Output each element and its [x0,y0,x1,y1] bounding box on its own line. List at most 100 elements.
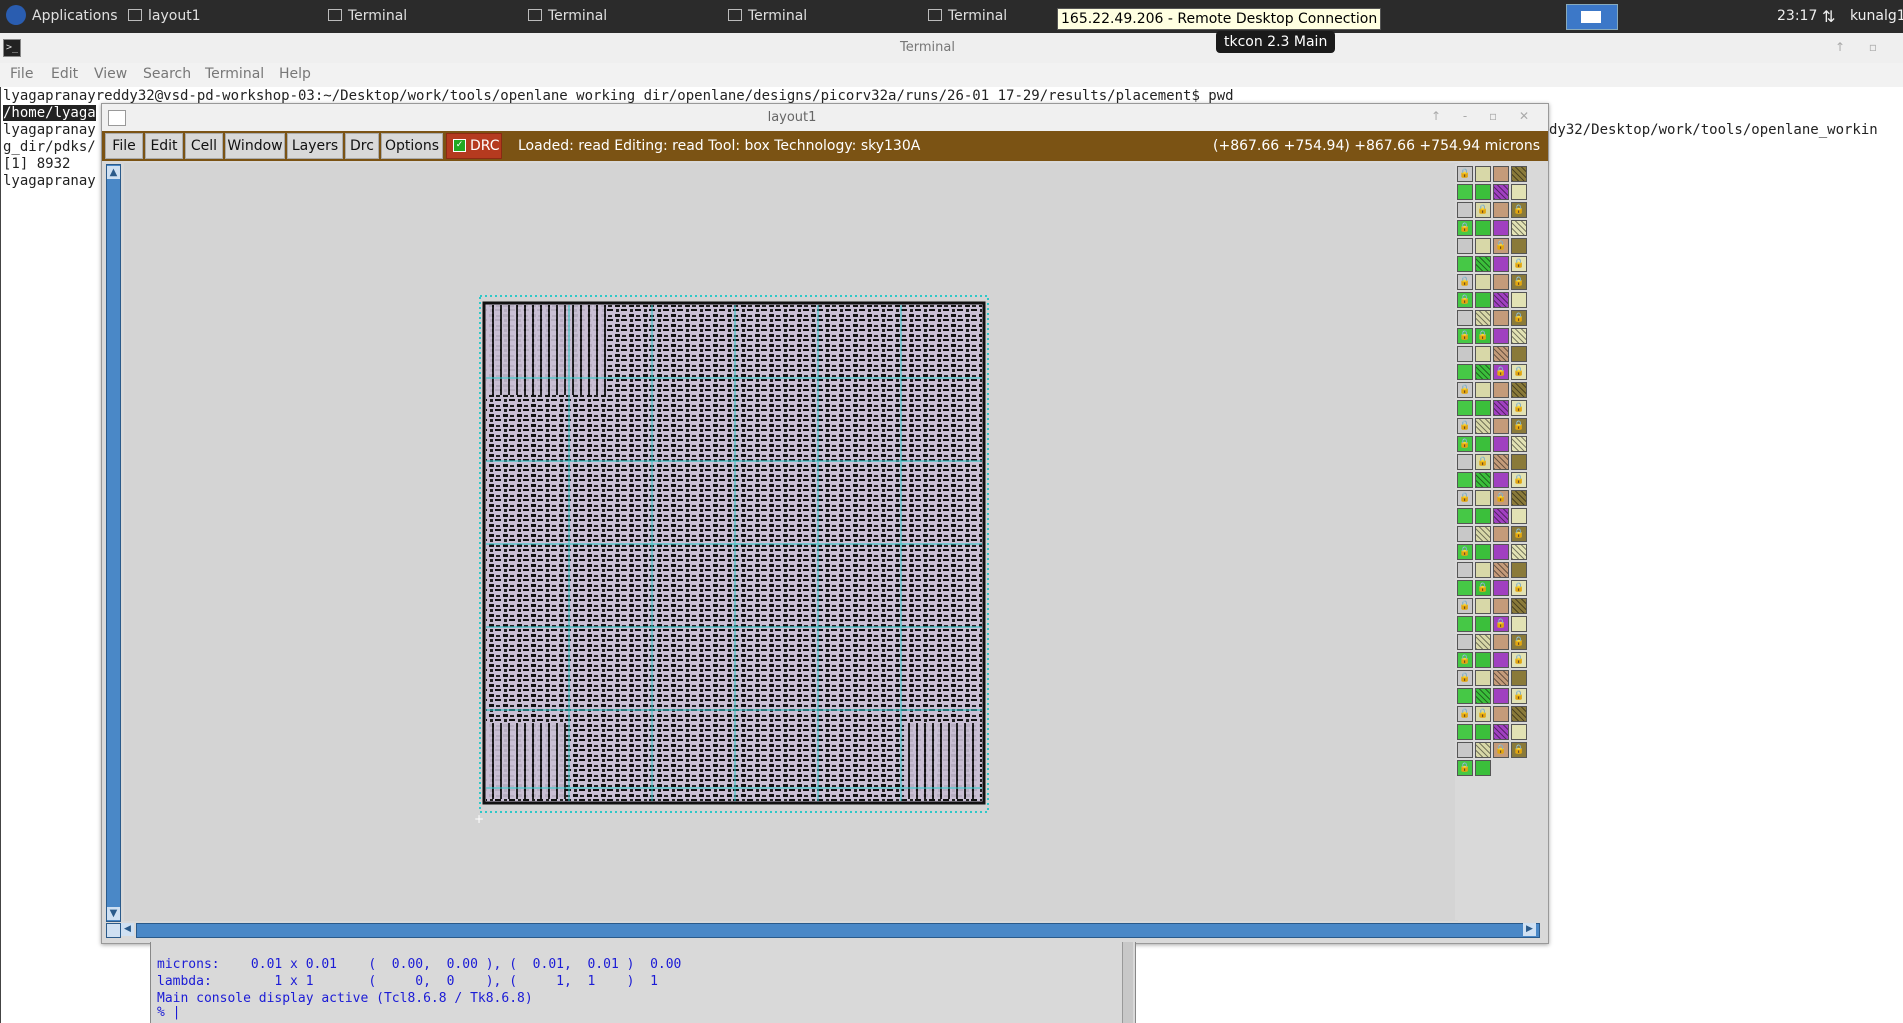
layer-swatch[interactable]: 🔒 [1457,274,1473,290]
layer-swatch[interactable] [1475,436,1491,452]
magic-menu-layers[interactable]: Layers [287,133,343,159]
layer-swatch[interactable] [1511,382,1527,398]
layer-swatch[interactable] [1511,184,1527,200]
scroll-right-arrow-icon[interactable]: ▶ [1523,923,1536,936]
network-icon[interactable]: ⇅ [1822,0,1835,33]
layer-swatch[interactable] [1457,346,1473,362]
layer-swatch[interactable] [1493,670,1509,686]
terminal-titlebar[interactable]: >_ Terminal ↑ ▫ [0,33,1903,64]
horizontal-scrollbar[interactable] [136,923,1540,938]
layer-swatch[interactable] [1475,184,1491,200]
magic-menu-file[interactable]: File [105,133,143,159]
layer-swatch[interactable] [1457,634,1473,650]
layer-swatch[interactable]: 🔒 [1511,274,1527,290]
layer-swatch[interactable]: 🔒 [1457,382,1473,398]
layer-swatch[interactable] [1475,418,1491,434]
layer-swatch[interactable] [1511,454,1527,470]
layer-swatch[interactable] [1493,598,1509,614]
layer-swatch[interactable] [1493,328,1509,344]
layer-swatch[interactable] [1493,544,1509,560]
layer-swatch[interactable] [1475,364,1491,380]
layer-swatch[interactable] [1493,166,1509,182]
magic-layout-window[interactable]: layout1 ↑ ‐ ▫ ✕ File Edit Cell Window La… [101,103,1549,944]
layer-swatch[interactable] [1475,508,1491,524]
layer-swatch[interactable] [1493,184,1509,200]
layer-swatch[interactable]: 🔒 [1457,292,1473,308]
menu-edit[interactable]: Edit [51,66,78,82]
layer-swatch[interactable] [1475,616,1491,632]
layer-swatch[interactable]: 🔒 [1457,490,1473,506]
layer-swatch[interactable] [1511,544,1527,560]
layer-swatch[interactable] [1511,166,1527,182]
layer-swatch[interactable]: 🔒 [1511,256,1527,272]
layer-swatch[interactable] [1475,274,1491,290]
magic-menu-edit[interactable]: Edit [145,133,183,159]
clock[interactable]: 23:17 [1777,0,1817,33]
layer-swatch[interactable]: 🔒 [1457,598,1473,614]
layer-swatch[interactable] [1511,724,1527,740]
layer-swatch[interactable] [1493,436,1509,452]
scroll-up-arrow-icon[interactable]: ▲ [107,166,120,179]
layer-swatch[interactable] [1457,742,1473,758]
tkcon-prompt[interactable]: % | [157,1005,180,1020]
layer-swatch[interactable] [1457,508,1473,524]
layer-swatch[interactable] [1475,310,1491,326]
layer-swatch[interactable] [1457,364,1473,380]
layer-swatch[interactable]: 🔒 [1457,760,1473,776]
layer-swatch[interactable] [1457,562,1473,578]
layer-swatch[interactable]: 🔒 [1457,328,1473,344]
layer-swatch[interactable]: 🔒 [1457,670,1473,686]
layer-swatch[interactable] [1493,256,1509,272]
layer-swatch[interactable] [1457,616,1473,632]
window-controls[interactable]: ↑ ‐ ▫ ✕ [1431,109,1538,123]
layer-swatch[interactable] [1511,490,1527,506]
layer-swatch[interactable]: 🔒 [1475,580,1491,596]
layer-swatch[interactable] [1457,310,1473,326]
layer-swatch[interactable] [1457,184,1473,200]
layer-swatch[interactable] [1475,562,1491,578]
layer-swatch[interactable]: 🔒 [1457,436,1473,452]
layer-swatch[interactable] [1493,400,1509,416]
layer-swatch[interactable]: 🔒 [1457,652,1473,668]
layer-swatch[interactable] [1511,346,1527,362]
layer-swatch[interactable] [1457,256,1473,272]
applications-menu[interactable]: Applications [6,0,118,33]
layer-swatch[interactable]: 🔒 [1511,652,1527,668]
layer-swatch[interactable] [1475,760,1491,776]
layer-swatch[interactable] [1475,166,1491,182]
layer-swatch[interactable] [1475,634,1491,650]
layer-swatch[interactable] [1493,310,1509,326]
layer-swatch[interactable] [1511,598,1527,614]
layer-swatch[interactable] [1475,598,1491,614]
menu-terminal[interactable]: Terminal [205,66,264,82]
layer-swatch[interactable] [1493,580,1509,596]
layer-swatch[interactable] [1511,670,1527,686]
scroll-left-arrow-icon[interactable]: ◀ [121,923,134,936]
workspace-switcher[interactable] [1566,4,1618,30]
layer-swatch[interactable] [1457,400,1473,416]
layer-swatch[interactable] [1475,688,1491,704]
layer-swatch[interactable] [1493,202,1509,218]
layer-swatch[interactable]: 🔒 [1511,418,1527,434]
layer-swatch[interactable]: 🔒 [1493,490,1509,506]
scroll-down-arrow-icon[interactable]: ▼ [107,907,120,920]
layer-swatch[interactable] [1475,382,1491,398]
layer-swatch[interactable]: 🔒 [1511,472,1527,488]
layer-swatch[interactable] [1493,652,1509,668]
layer-swatch[interactable] [1475,238,1491,254]
layer-swatch[interactable] [1511,220,1527,236]
layer-swatch[interactable]: 🔒 [1511,400,1527,416]
layer-swatch[interactable] [1457,238,1473,254]
layer-swatch[interactable] [1475,742,1491,758]
magic-menu-window[interactable]: Window [225,133,285,159]
layer-swatch[interactable] [1457,202,1473,218]
layer-swatch[interactable] [1511,436,1527,452]
layer-swatch[interactable] [1493,562,1509,578]
layer-swatch[interactable] [1475,346,1491,362]
layer-swatch[interactable]: 🔒 [1493,364,1509,380]
layer-swatch[interactable] [1475,526,1491,542]
layer-swatch[interactable]: 🔒 [1457,544,1473,560]
layer-swatch[interactable] [1475,724,1491,740]
layer-swatch[interactable]: 🔒 [1457,166,1473,182]
layer-swatch[interactable] [1493,418,1509,434]
